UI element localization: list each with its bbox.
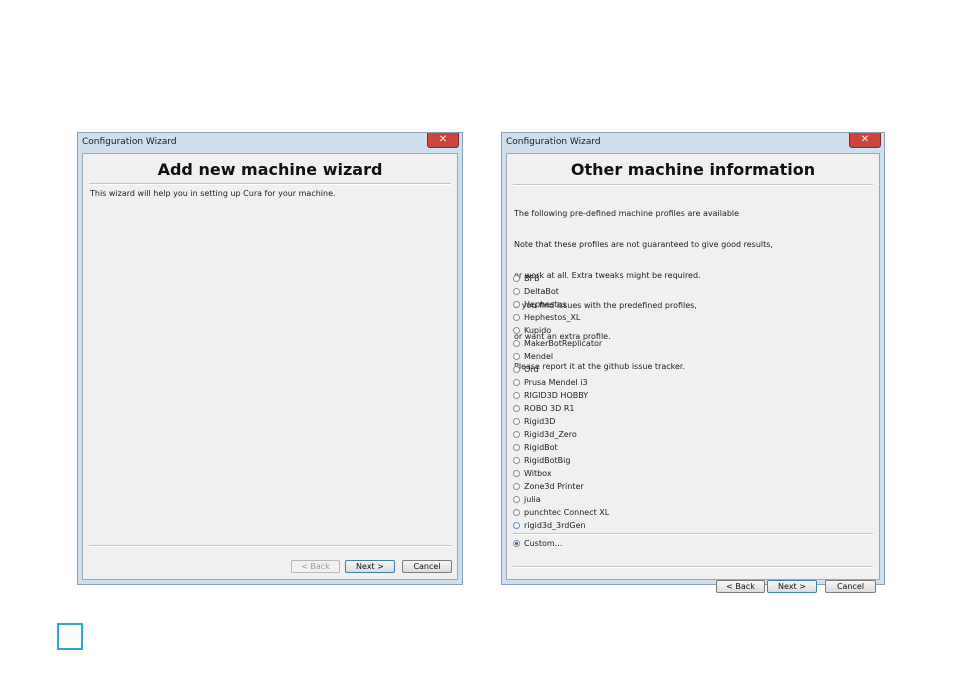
radio-label: Zone3d Printer — [524, 482, 584, 491]
radio-label: RIGID3D HOBBY — [524, 391, 589, 400]
radio-label: RigidBot — [524, 443, 558, 452]
back-button[interactable]: < Back — [716, 580, 765, 593]
machine-profile-list: BFB DeltaBot Hephestos Hephestos_XL Kupido Ma… — [513, 272, 609, 532]
header-divider — [513, 184, 873, 186]
radio-profile[interactable]: RIGID3D HOBBY — [513, 389, 609, 402]
radio-button-icon[interactable] — [513, 431, 520, 438]
radio-label: Hephestos — [524, 300, 567, 309]
radio-button-icon[interactable] — [513, 314, 520, 321]
close-icon[interactable]: ✕ — [849, 133, 881, 148]
radio-label: Ord — [524, 365, 539, 374]
step-marker-box — [57, 623, 83, 650]
radio-profile[interactable]: Zone3d Printer — [513, 480, 609, 493]
radio-profile[interactable]: BFB — [513, 272, 609, 285]
wizard-client-area: Add new machine wizard This wizard will … — [82, 153, 458, 580]
other-machine-info-window: Configuration Wizard ✕ Other machine inf… — [501, 132, 885, 593]
radio-profile[interactable]: Mendel — [513, 350, 609, 363]
radio-profile[interactable]: Witbox — [513, 467, 609, 480]
radio-label: Hephestos_XL — [524, 313, 581, 322]
page-title: Other machine information — [570, 160, 816, 179]
radio-label: RigidBotBig — [524, 456, 571, 465]
radio-label: DeltaBot — [524, 287, 559, 296]
radio-button-icon[interactable] — [513, 288, 520, 295]
radio-profile[interactable]: Hephestos — [513, 298, 609, 311]
radio-profile[interactable]: Rigid3d_Zero — [513, 428, 609, 441]
radio-label: Custom... — [524, 539, 563, 548]
radio-profile[interactable]: julia — [513, 493, 609, 506]
back-button[interactable]: < Back — [291, 560, 340, 573]
footer-divider — [89, 545, 451, 547]
radio-label: MakerBotReplicator — [524, 339, 603, 348]
radio-custom[interactable]: Custom... — [513, 537, 562, 550]
cancel-button[interactable]: Cancel — [825, 580, 876, 593]
radio-profile[interactable]: rigid3d_3rdGen — [513, 519, 609, 532]
wizard-description: This wizard will help you in setting up … — [90, 189, 336, 198]
title-bar[interactable]: Configuration Wizard ✕ — [502, 133, 884, 153]
radio-profile[interactable]: Prusa Mendel i3 — [513, 376, 609, 389]
radio-button-icon[interactable] — [513, 509, 520, 516]
radio-label: Prusa Mendel i3 — [524, 378, 588, 387]
cancel-button[interactable]: Cancel — [402, 560, 452, 573]
radio-label: Rigid3D — [524, 417, 556, 426]
wizard-client-area: Other machine information The following … — [506, 153, 880, 593]
radio-label: BFB — [524, 274, 540, 283]
radio-label: punchtec Connect XL — [524, 508, 610, 517]
radio-profile[interactable]: DeltaBot — [513, 285, 609, 298]
info-line: Note that these profiles are not guarant… — [514, 240, 773, 250]
radio-button-icon[interactable] — [513, 379, 520, 386]
radio-button-icon[interactable] — [513, 496, 520, 503]
radio-button-icon[interactable] — [513, 353, 520, 360]
radio-profile[interactable]: Ord — [513, 363, 609, 376]
radio-profile[interactable]: ROBO 3D R1 — [513, 402, 609, 415]
header-divider — [89, 183, 451, 185]
add-machine-wizard-window: Configuration Wizard ✕ Add new machine w… — [77, 132, 463, 585]
radio-label: Rigid3d_Zero — [524, 430, 577, 439]
radio-button-icon[interactable] — [513, 392, 520, 399]
radio-profile[interactable]: punchtec Connect XL — [513, 506, 609, 519]
radio-button-icon[interactable] — [513, 366, 520, 373]
radio-profile[interactable]: RigidBotBig — [513, 454, 609, 467]
radio-label: julia — [524, 495, 541, 504]
radio-button-icon[interactable] — [513, 522, 520, 529]
footer-divider — [513, 566, 873, 568]
info-line: The following pre-defined machine profil… — [514, 209, 740, 219]
radio-button-icon[interactable] — [513, 340, 520, 347]
radio-button-icon[interactable] — [513, 444, 520, 451]
title-bar[interactable]: Configuration Wizard ✕ — [78, 133, 462, 153]
radio-label: ROBO 3D R1 — [524, 404, 575, 413]
window-title: Configuration Wizard — [506, 137, 601, 147]
window-title: Configuration Wizard — [82, 137, 177, 147]
radio-label: Mendel — [524, 352, 554, 361]
radio-profile[interactable]: Hephestos_XL — [513, 311, 609, 324]
custom-divider — [513, 533, 873, 535]
radio-button-icon[interactable] — [513, 405, 520, 412]
radio-button-icon[interactable] — [513, 275, 520, 282]
radio-button-icon[interactable] — [513, 457, 520, 464]
radio-button-icon[interactable] — [513, 301, 520, 308]
radio-label: rigid3d_3rdGen — [524, 521, 586, 530]
radio-profile[interactable]: Kupido — [513, 324, 609, 337]
close-icon[interactable]: ✕ — [427, 133, 459, 148]
radio-button-icon[interactable] — [513, 327, 520, 334]
next-button[interactable]: Next > — [767, 580, 817, 593]
radio-profile[interactable]: MakerBotReplicator — [513, 337, 609, 350]
radio-label: Witbox — [524, 469, 552, 478]
radio-button-icon[interactable] — [513, 418, 520, 425]
radio-button-icon[interactable] — [513, 483, 520, 490]
radio-selected-icon[interactable] — [513, 540, 520, 547]
page-title: Add new machine wizard — [157, 160, 383, 179]
radio-profile[interactable]: RigidBot — [513, 441, 609, 454]
radio-label: Kupido — [524, 326, 552, 335]
radio-button-icon[interactable] — [513, 470, 520, 477]
radio-profile[interactable]: Rigid3D — [513, 415, 609, 428]
next-button[interactable]: Next > — [345, 560, 395, 573]
